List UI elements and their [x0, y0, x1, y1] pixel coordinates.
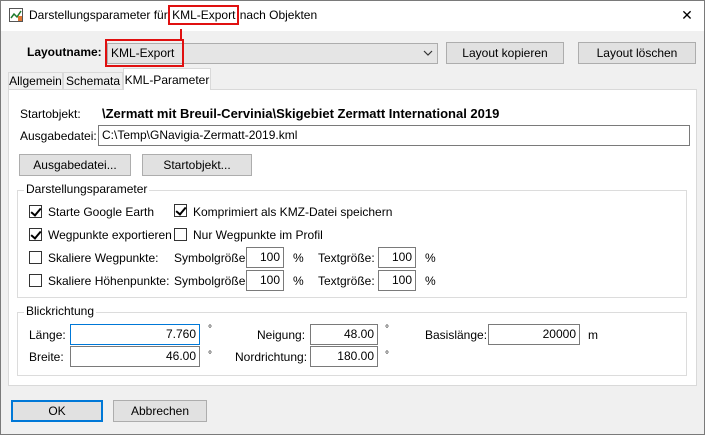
app-icon — [9, 8, 23, 22]
waypoint-symbol-size-input[interactable]: 100 — [246, 247, 284, 268]
start-google-earth-label[interactable]: Starte Google Earth — [48, 205, 154, 219]
height-symbol-percent: % — [293, 274, 304, 288]
height-text-percent: % — [425, 274, 436, 288]
width-input[interactable]: 46.00 — [70, 346, 200, 367]
scale-waypoints-label[interactable]: Skaliere Wegpunkte: — [48, 251, 159, 265]
height-symbol-size-label: Symbolgröße: — [174, 274, 249, 288]
waypoint-symbol-percent: % — [293, 251, 304, 265]
close-icon: ✕ — [681, 7, 693, 23]
scale-heightpoints-checkbox[interactable] — [29, 274, 42, 287]
tab-allgemein[interactable]: Allgemein — [8, 72, 63, 90]
only-profile-waypoints-checkbox[interactable] — [174, 228, 187, 241]
chevron-down-icon — [423, 44, 433, 63]
length-label: Länge: — [29, 328, 66, 342]
scale-waypoints-checkbox[interactable] — [29, 251, 42, 264]
cancel-button[interactable]: Abbrechen — [113, 400, 207, 422]
only-profile-waypoints-label[interactable]: Nur Wegpunkte im Profil — [193, 228, 323, 242]
tilt-degree: ° — [385, 324, 389, 335]
export-waypoints-checkbox[interactable] — [29, 228, 42, 241]
output-file-label: Ausgabedatei: — [20, 129, 97, 143]
north-direction-degree: ° — [385, 350, 389, 361]
north-direction-label: Nordrichtung: — [235, 350, 308, 364]
export-waypoints-label[interactable]: Wegpunkte exportieren — [48, 228, 172, 242]
start-google-earth-checkbox[interactable] — [29, 205, 42, 218]
view-direction-title: Blickrichtung — [24, 304, 97, 318]
title-highlight: KML-Export — [168, 5, 240, 25]
waypoint-text-size-label: Textgröße: — [318, 251, 375, 265]
start-object-value: \Zermatt mit Breuil-Cervinia\Skigebiet Z… — [102, 106, 500, 121]
output-file-input[interactable]: C:\Temp\GNavigia-Zermatt-2019.kml — [98, 125, 690, 146]
compress-kmz-label[interactable]: Komprimiert als KMZ-Datei speichern — [193, 205, 392, 219]
base-length-unit: m — [588, 328, 598, 342]
height-symbol-size-input[interactable]: 100 — [246, 270, 284, 291]
tab-kml-parameter[interactable]: KML-Parameter — [123, 68, 211, 90]
waypoint-text-size-input[interactable]: 100 — [378, 247, 416, 268]
layout-label: Layoutname: — [27, 45, 102, 59]
window-title: Darstellungsparameter für KML-Export nac… — [29, 5, 318, 25]
close-button[interactable]: ✕ — [676, 4, 698, 26]
tilt-label: Neigung: — [257, 328, 306, 342]
waypoint-symbol-size-label: Symbolgröße: — [174, 251, 249, 265]
ok-button[interactable]: OK — [11, 400, 103, 422]
north-direction-input[interactable]: 180.00 — [310, 346, 378, 367]
length-input[interactable]: 7.760 — [70, 324, 200, 345]
base-length-input[interactable]: 20000 — [488, 324, 580, 345]
output-file-button[interactable]: Ausgabedatei... — [19, 154, 131, 176]
width-label: Breite: — [29, 350, 64, 364]
scale-heightpoints-label[interactable]: Skaliere Höhenpunkte: — [48, 274, 169, 288]
height-text-size-label: Textgröße: — [318, 274, 375, 288]
length-degree: ° — [208, 324, 212, 335]
width-degree: ° — [208, 350, 212, 361]
height-text-size-input[interactable]: 100 — [378, 270, 416, 291]
tab-schemata[interactable]: Schemata — [63, 72, 123, 90]
start-object-button[interactable]: Startobjekt... — [142, 154, 252, 176]
waypoint-text-percent: % — [425, 251, 436, 265]
annotation-layout-box — [105, 39, 184, 67]
tilt-input[interactable]: 48.00 — [310, 324, 378, 345]
display-params-title: Darstellungsparameter — [24, 182, 150, 196]
layout-delete-button[interactable]: Layout löschen — [578, 42, 696, 64]
layout-copy-button[interactable]: Layout kopieren — [446, 42, 564, 64]
start-object-label: Startobjekt: — [20, 107, 81, 121]
base-length-label: Basislänge: — [425, 328, 488, 342]
compress-kmz-checkbox[interactable] — [174, 204, 187, 217]
